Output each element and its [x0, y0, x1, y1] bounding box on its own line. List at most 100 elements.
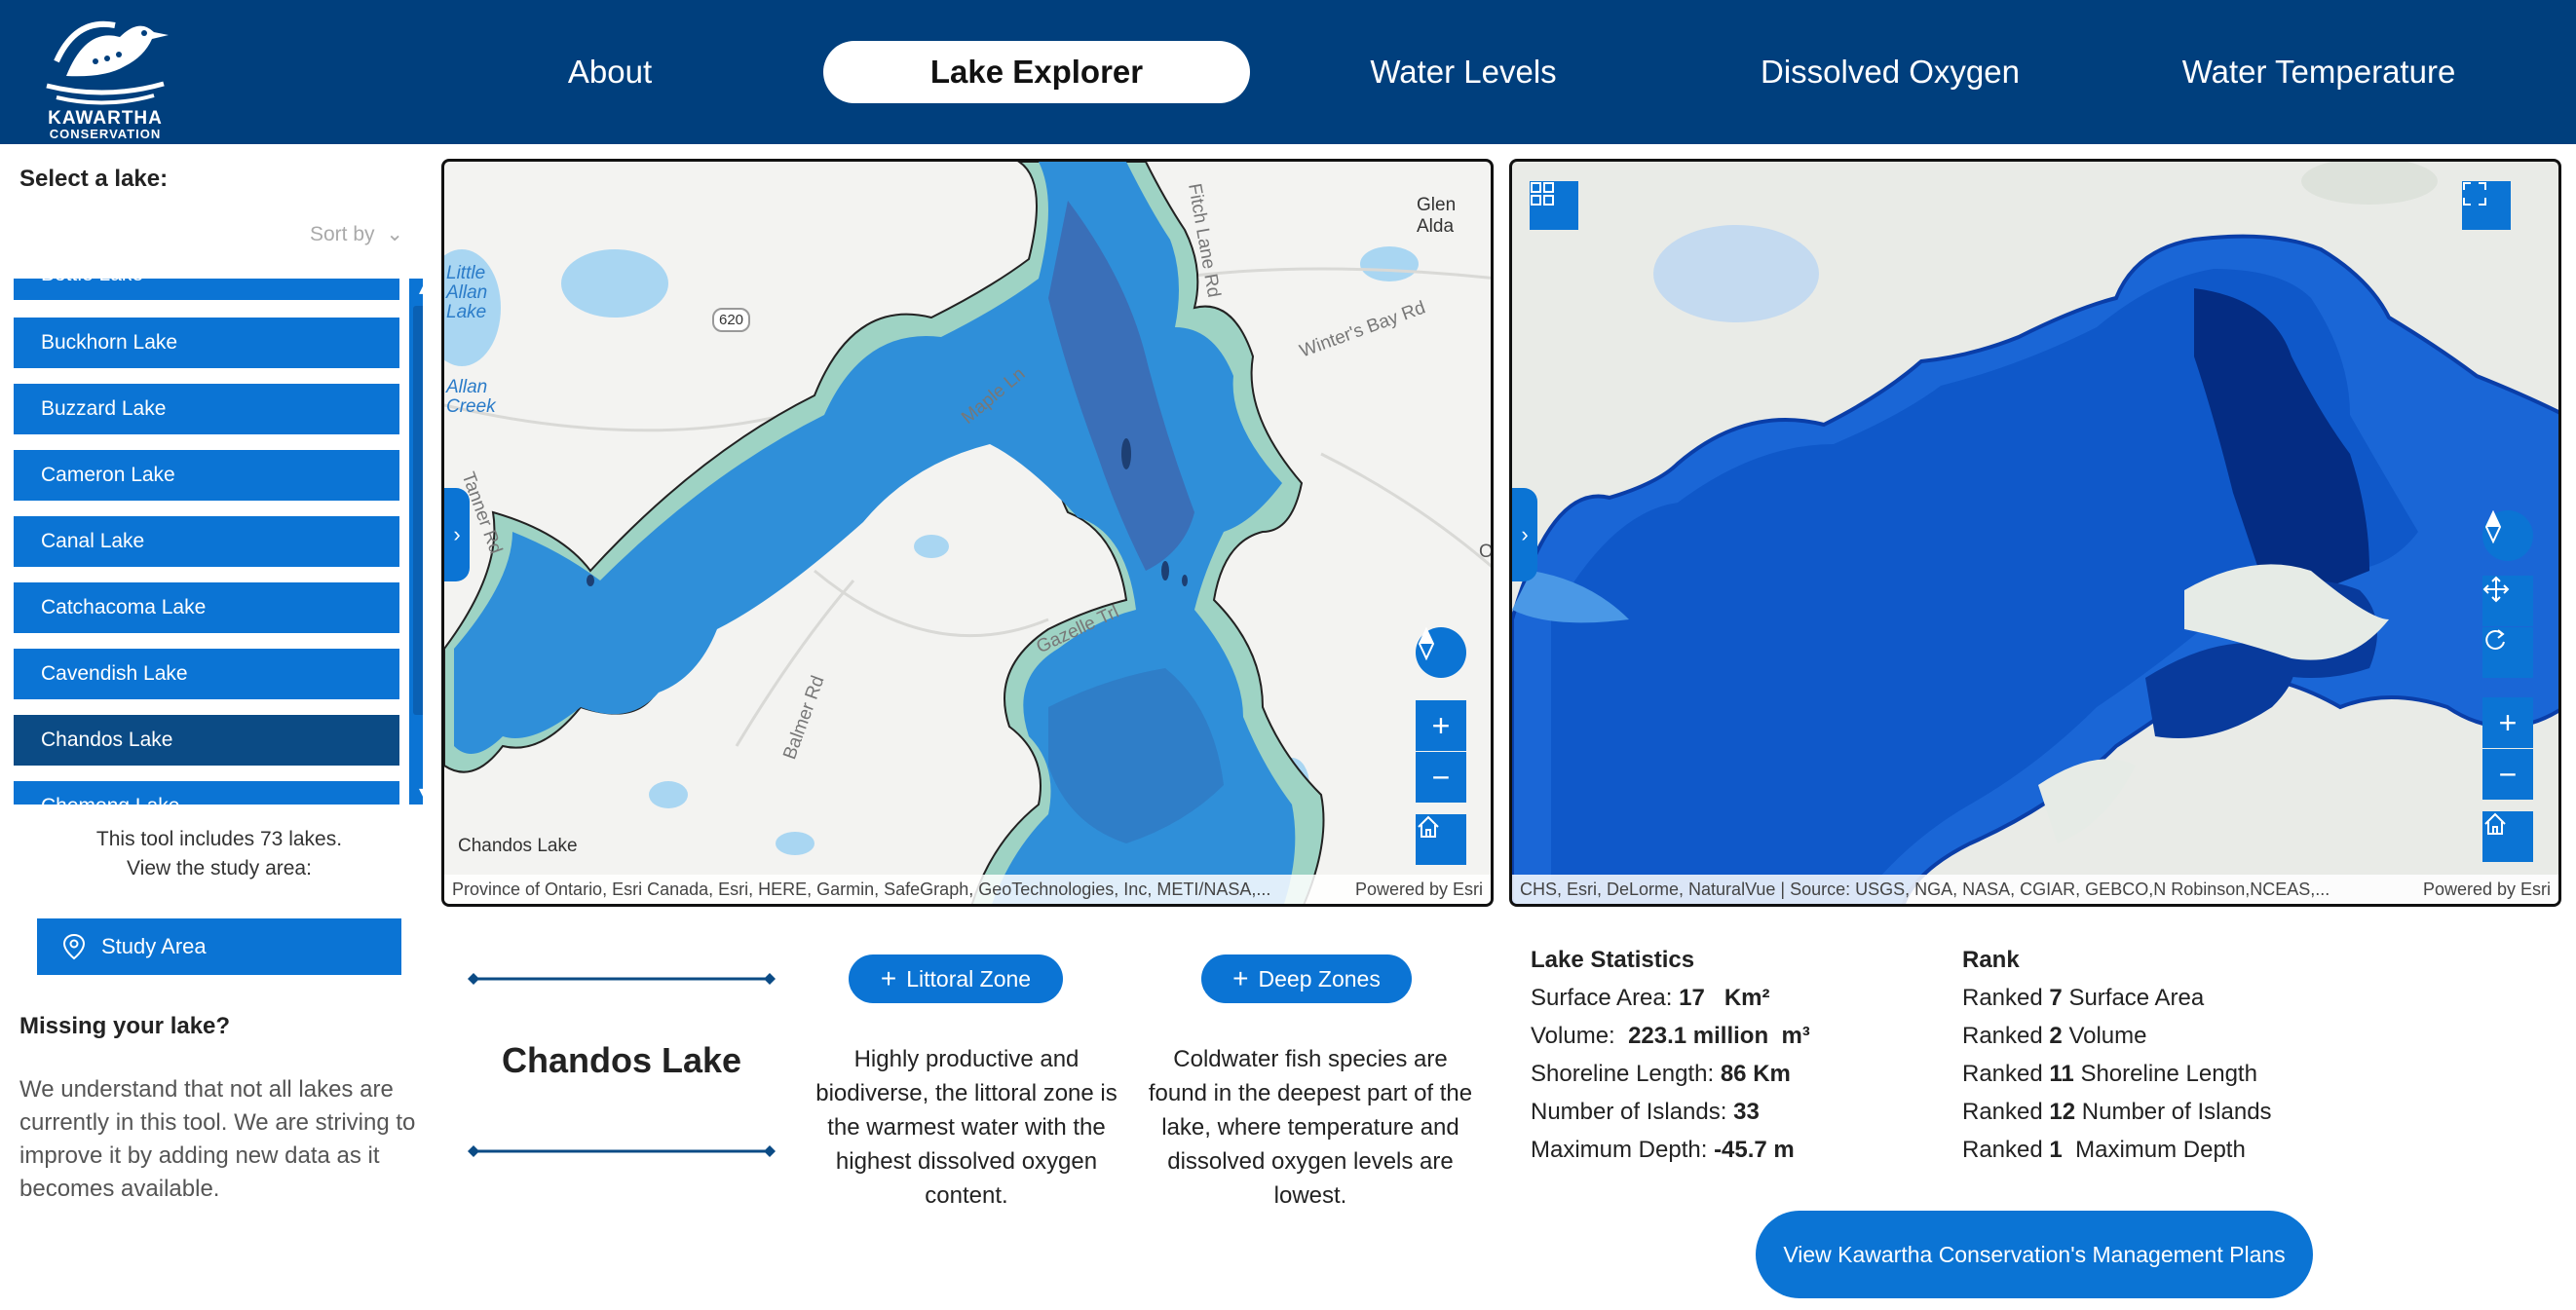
stat-label: Maximum Depth:: [1531, 1137, 1708, 1163]
list-item[interactable]: Bottle Lake: [14, 279, 399, 300]
scroll-thumb[interactable]: [413, 306, 423, 715]
minus-icon: −: [1431, 759, 1451, 795]
lake-name-title: Chandos Lake: [501, 1040, 742, 1080]
lake-statistics-heading: Lake Statistics: [1531, 947, 1695, 973]
zoom-in-button[interactable]: +: [1416, 700, 1466, 751]
rank-max-depth: Ranked 1 Maximum Depth: [1962, 1137, 2246, 1164]
expand-panel-button[interactable]: ›: [1512, 488, 1537, 581]
deep-zones-description: Coldwater fish species are found in the …: [1148, 1046, 1473, 1209]
map-label-lake: Chandos Lake: [458, 836, 578, 856]
chevron-right-icon: ›: [1521, 522, 1529, 546]
zoom-in-button[interactable]: +: [2482, 697, 2533, 748]
list-item[interactable]: Cameron Lake: [14, 450, 399, 501]
study-area-button[interactable]: Study Area: [37, 918, 401, 975]
nav-water-temperature[interactable]: Water Temperature: [2163, 41, 2475, 103]
home-icon: [2484, 812, 2506, 835]
list-item[interactable]: Cavendish Lake: [14, 649, 399, 699]
list-scrollbar[interactable]: ▴ ▾: [409, 279, 423, 805]
stat-value: -45.7 m: [1714, 1137, 1795, 1163]
scroll-up-icon[interactable]: ▴: [409, 279, 423, 302]
nav-about[interactable]: About: [516, 41, 703, 103]
littoral-zone-button[interactable]: + Littoral Zone: [849, 954, 1063, 1003]
scroll-down-icon[interactable]: ▾: [409, 781, 423, 805]
list-item[interactable]: Buckhorn Lake: [14, 318, 399, 368]
zoom-out-button[interactable]: −: [2482, 749, 2533, 800]
deep-zones-button[interactable]: + Deep Zones: [1201, 954, 1412, 1003]
compass-button[interactable]: [1416, 627, 1466, 678]
deep-zones-label: Deep Zones: [1258, 965, 1381, 992]
nav-water-levels[interactable]: Water Levels: [1331, 41, 1596, 103]
stat-label: Number of Islands:: [1531, 1099, 1727, 1125]
map-label: Glen Alda: [1417, 195, 1457, 237]
expand-panel-button[interactable]: ›: [444, 488, 470, 581]
nav-lake-explorer[interactable]: Lake Explorer: [823, 41, 1250, 103]
zoom-out-button[interactable]: −: [1416, 752, 1466, 803]
map-attribution: CHS, Esri, DeLorme, NaturalVue | Source:…: [1512, 875, 2558, 904]
rank-volume: Ranked 2 Volume: [1962, 1023, 2147, 1050]
stat-value: 86 Km: [1720, 1061, 1791, 1087]
bathymetry-map-3d[interactable]: › + − CHS, Esri, DeLorme, NaturalVue | S…: [1509, 159, 2561, 907]
stat-volume: Volume: 223.1 million m³: [1531, 1023, 1810, 1050]
rank-islands: Ranked 12 Number of Islands: [1962, 1099, 2272, 1126]
rank-heading: Rank: [1962, 947, 2020, 973]
home-button[interactable]: [1416, 814, 1466, 865]
chevron-right-icon: ›: [453, 522, 461, 546]
attribution-text: CHS, Esri, DeLorme, NaturalVue | Source:…: [1520, 879, 2330, 899]
pan-button[interactable]: [2482, 576, 2533, 626]
home-button[interactable]: [2482, 811, 2533, 862]
list-item-selected[interactable]: Chandos Lake: [14, 715, 399, 766]
missing-lake-text: We understand that not all lakes are cur…: [19, 1076, 416, 1202]
plus-icon: +: [2498, 704, 2518, 740]
plus-icon: +: [1431, 707, 1451, 743]
rank-label: Shoreline Length: [2080, 1061, 2257, 1087]
bathymetry-map-2d[interactable]: Glen Alda Chandos Lake Maple Ln Gazelle …: [441, 159, 1494, 907]
stat-label: Surface Area:: [1531, 985, 1673, 1011]
chevron-down-icon: ⌄: [386, 223, 403, 245]
rank-label: Surface Area: [2068, 985, 2205, 1011]
select-lake-heading: Select a lake:: [19, 166, 169, 192]
rank-label: Number of Islands: [2081, 1099, 2272, 1125]
lake-bathymetry-layer: [444, 162, 1491, 904]
lake-count-note: This tool includes 73 lakes.: [95, 828, 343, 850]
stat-islands: Number of Islands: 33: [1531, 1099, 1760, 1126]
loon-logo-icon: [46, 20, 169, 105]
map-label-water: Allan Creek: [446, 377, 496, 417]
rotate-icon: [2485, 629, 2505, 650]
fullscreen-button[interactable]: [2462, 181, 2511, 230]
list-item[interactable]: Buzzard Lake: [14, 384, 399, 434]
nav-dissolved-oxygen[interactable]: Dissolved Oxygen: [1734, 41, 2046, 103]
top-header: KAWARTHA CONSERVATION About Lake Explore…: [0, 0, 2576, 144]
rank-prefix: Ranked: [1962, 1061, 2043, 1087]
compass-button[interactable]: [2482, 510, 2533, 561]
powered-by-esri[interactable]: Powered by Esri: [1355, 880, 1483, 900]
kawartha-logo[interactable]: KAWARTHA CONSERVATION: [27, 8, 183, 141]
toggle-view-button[interactable]: [1530, 181, 1578, 230]
stat-unit: m³: [1781, 1023, 1810, 1049]
stat-unit: Km²: [1724, 985, 1770, 1011]
management-plans-button[interactable]: View Kawartha Conservation's Management …: [1756, 1211, 2313, 1298]
lake-list[interactable]: Bottle Lake Buckhorn Lake Buzzard Lake C…: [14, 279, 423, 805]
list-item[interactable]: Chemong Lake: [14, 781, 399, 805]
rank-label: Volume: [2068, 1023, 2147, 1049]
stat-value: 33: [1733, 1099, 1760, 1125]
rank-value: 2: [2049, 1023, 2063, 1049]
rank-prefix: Ranked: [1962, 1099, 2043, 1125]
fullscreen-icon: [2463, 182, 2486, 206]
rotate-button[interactable]: [2482, 627, 2533, 678]
logo-subtitle: CONSERVATION: [49, 127, 162, 141]
sort-by-dropdown[interactable]: Sort by ⌄: [310, 222, 403, 246]
plus-icon: +: [1232, 963, 1249, 993]
list-item[interactable]: Canal Lake: [14, 516, 399, 567]
rank-value: 11: [2049, 1061, 2074, 1087]
powered-by-esri[interactable]: Powered by Esri: [2423, 880, 2551, 900]
rank-value: 1: [2049, 1137, 2063, 1163]
study-area-label: Study Area: [101, 934, 207, 958]
compass-icon: [1418, 627, 1435, 660]
list-item[interactable]: Catchacoma Lake: [14, 582, 399, 633]
littoral-zone-label: Littoral Zone: [906, 965, 1032, 992]
littoral-zone-description: Highly productive and biodiverse, the li…: [815, 1046, 1118, 1209]
grid-toggle-icon: [1531, 182, 1554, 206]
home-icon: [1418, 815, 1439, 838]
sort-by-label: Sort by: [310, 223, 375, 245]
map-label: O: [1479, 542, 1494, 562]
